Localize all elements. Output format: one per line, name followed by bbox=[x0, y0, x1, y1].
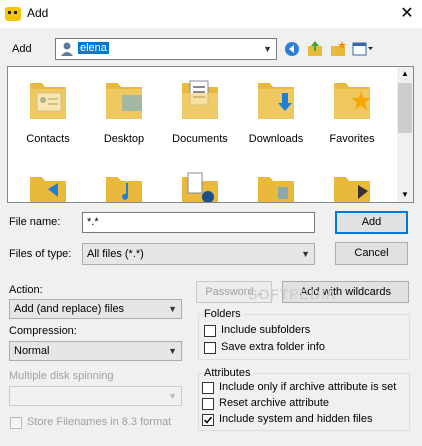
contacts-folder-icon bbox=[30, 83, 66, 119]
filetype-value: All files (*.*) bbox=[87, 248, 144, 260]
title-bar: Add ✕ bbox=[0, 0, 422, 28]
app-icon bbox=[5, 7, 21, 21]
add-button[interactable]: Add bbox=[335, 211, 408, 234]
scroll-thumb[interactable] bbox=[398, 83, 412, 133]
list-item-label: Contacts bbox=[26, 133, 70, 145]
include-subfolders-label: Include subfolders bbox=[221, 324, 311, 336]
attributes-group-title: Attributes bbox=[202, 367, 253, 379]
file-list[interactable]: Contacts Desktop Documents Downloads Fav… bbox=[7, 66, 414, 203]
store-83-label: Store Filenames in 8.3 format bbox=[27, 416, 172, 428]
watermark: SOFTPEDIA bbox=[248, 286, 337, 302]
folders-group-title: Folders bbox=[202, 308, 243, 320]
back-icon[interactable] bbox=[284, 41, 300, 57]
scroll-down-icon[interactable]: ▼ bbox=[401, 190, 409, 199]
include-subfolders-checkbox[interactable] bbox=[204, 325, 216, 337]
new-folder-icon[interactable] bbox=[329, 40, 347, 58]
chevron-down-icon: ▼ bbox=[168, 304, 177, 314]
checkmark-icon bbox=[203, 416, 213, 424]
system-hidden-checkbox[interactable] bbox=[202, 414, 214, 426]
store-83-checkbox[interactable] bbox=[10, 417, 22, 429]
filename-value: *.* bbox=[87, 216, 99, 228]
downloads-folder-icon bbox=[258, 83, 294, 119]
list-item-label: Documents bbox=[172, 133, 228, 145]
desktop-folder-icon bbox=[106, 83, 142, 119]
folder-icon bbox=[30, 177, 66, 202]
archive-only-checkbox[interactable] bbox=[202, 382, 214, 394]
chevron-down-icon: ▼ bbox=[263, 44, 272, 54]
look-in-combo[interactable]: elena ▼ bbox=[55, 38, 277, 60]
filename-field[interactable]: *.* bbox=[82, 212, 315, 233]
list-item-label: Downloads bbox=[248, 133, 304, 145]
list-item-label: Desktop bbox=[103, 133, 145, 145]
action-label: Action: bbox=[9, 284, 43, 296]
system-hidden-label: Include system and hidden files bbox=[219, 413, 373, 425]
action-value: Add (and replace) files bbox=[14, 303, 125, 315]
compression-label: Compression: bbox=[9, 325, 77, 337]
list-item[interactable]: Downloads bbox=[238, 75, 314, 149]
documents-folder-icon bbox=[182, 80, 218, 119]
user-icon bbox=[61, 42, 73, 56]
pictures-folder-icon bbox=[182, 172, 218, 202]
reset-archive-label: Reset archive attribute bbox=[219, 397, 330, 409]
filetype-combo[interactable]: All files (*.*) ▼ bbox=[82, 243, 315, 265]
list-item-label: Favorites bbox=[329, 133, 375, 145]
up-folder-icon[interactable] bbox=[306, 40, 324, 58]
filetype-label: Files of type: bbox=[9, 248, 72, 260]
list-item[interactable]: Contacts bbox=[10, 75, 86, 149]
view-menu-icon[interactable] bbox=[352, 42, 374, 56]
look-in-value: elena bbox=[78, 42, 109, 54]
music-folder-icon bbox=[106, 177, 142, 202]
save-extra-label: Save extra folder info bbox=[221, 341, 325, 353]
chevron-down-icon: ▼ bbox=[301, 249, 310, 259]
chevron-down-icon: ▼ bbox=[168, 346, 177, 356]
spanning-label: Multiple disk spinning bbox=[9, 370, 114, 382]
folder-icon bbox=[334, 177, 370, 202]
compression-value: Normal bbox=[14, 345, 50, 357]
archive-only-label: Include only if archive attribute is set bbox=[219, 381, 397, 393]
window-title: Add bbox=[27, 6, 49, 20]
folder-icon bbox=[258, 177, 294, 202]
close-button[interactable]: ✕ bbox=[392, 0, 422, 28]
filename-label: File name: bbox=[9, 216, 61, 228]
reset-archive-checkbox[interactable] bbox=[202, 398, 214, 410]
look-in-label: Add bbox=[12, 43, 32, 55]
save-extra-checkbox[interactable] bbox=[204, 342, 216, 354]
scroll-up-icon[interactable]: ▲ bbox=[401, 69, 409, 78]
compression-combo[interactable]: Normal ▼ bbox=[9, 341, 182, 361]
favorites-folder-icon bbox=[334, 83, 371, 119]
list-item[interactable]: Desktop bbox=[86, 75, 162, 149]
list-item[interactable]: Favorites bbox=[314, 75, 390, 149]
cancel-button[interactable]: Cancel bbox=[335, 242, 408, 265]
file-list-scrollbar[interactable]: ▲ ▼ bbox=[397, 67, 413, 202]
chevron-down-icon: ▼ bbox=[168, 391, 177, 401]
action-combo[interactable]: Add (and replace) files ▼ bbox=[9, 299, 182, 319]
list-item[interactable]: Documents bbox=[162, 75, 238, 149]
spanning-combo[interactable]: ▼ bbox=[9, 386, 182, 406]
folders-group bbox=[198, 314, 410, 360]
